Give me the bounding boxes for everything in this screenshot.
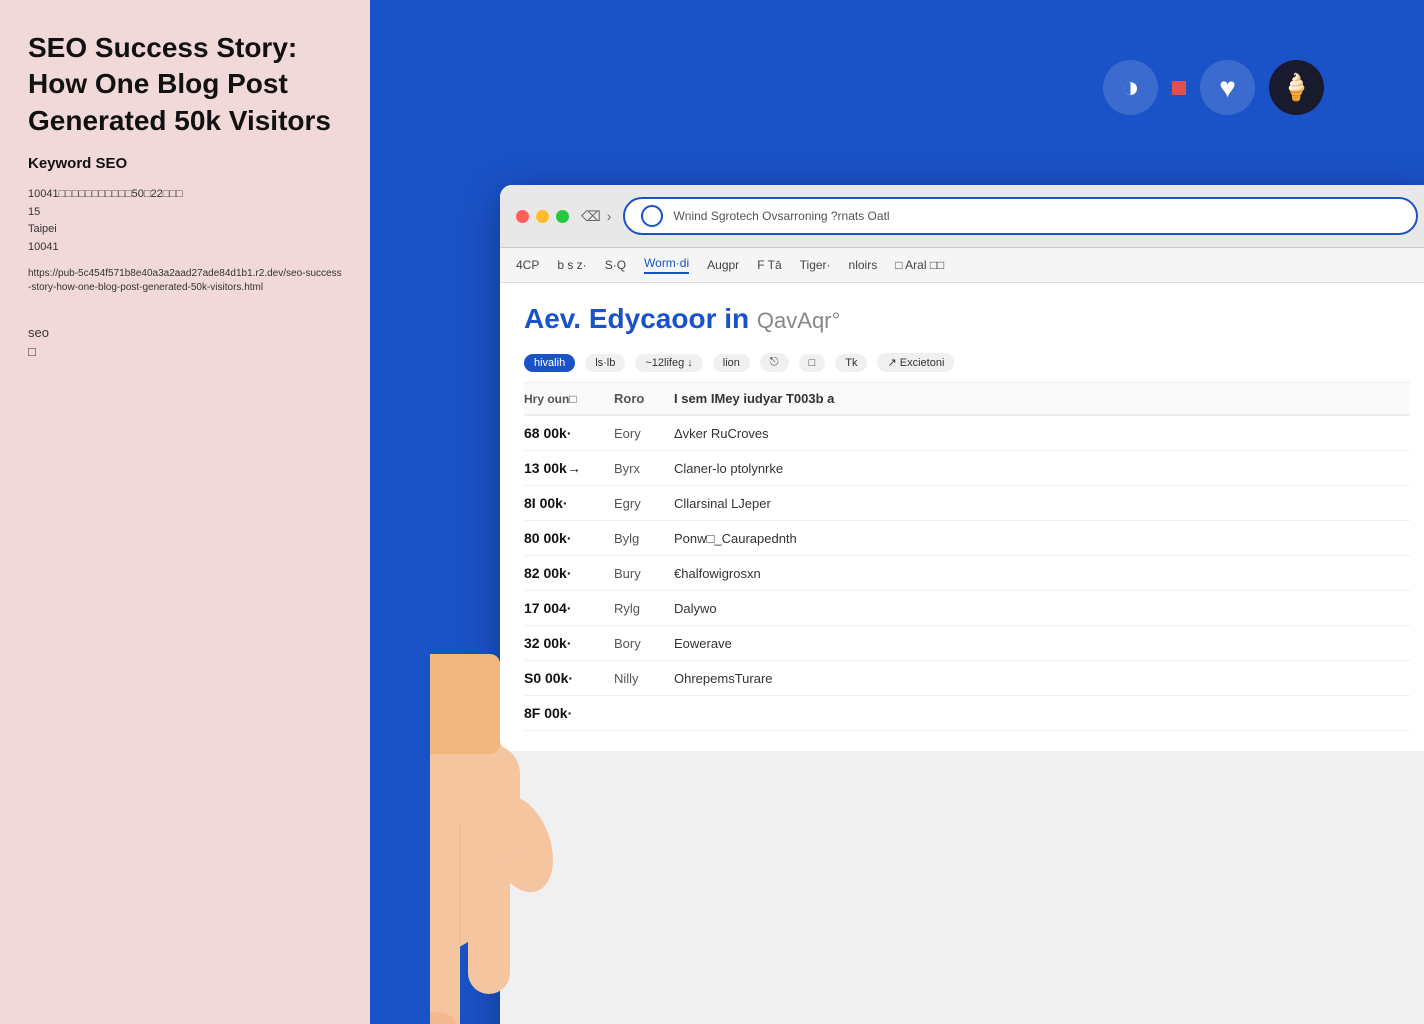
- filter-col6[interactable]: □: [799, 354, 826, 372]
- filter-excietoni[interactable]: ↗ Excietoni: [877, 353, 954, 372]
- hand-svg: [430, 344, 770, 1024]
- page-title: Aev. Edycaoor in QavAqr°: [524, 303, 1410, 335]
- row0-desc: Δvker RuCroves: [674, 426, 1410, 441]
- row2-desc: Cllarsinal LJeper: [674, 496, 1410, 511]
- toolbar-item-5[interactable]: F Tā: [757, 258, 781, 272]
- traffic-lights: [516, 210, 569, 223]
- article-tags: seo □: [28, 325, 342, 359]
- traffic-light-green[interactable]: [556, 210, 569, 223]
- filter-tk[interactable]: Tk: [835, 354, 867, 372]
- row6-desc: Eowerave: [674, 636, 1410, 651]
- left-panel: SEO Success Story: How One Blog Post Gen…: [0, 0, 370, 1024]
- page-title-part2: Edycaoor: [589, 303, 717, 334]
- page-title-part1: Aev.: [524, 303, 581, 334]
- row7-desc: OhrepemsTurare: [674, 671, 1410, 686]
- toolbar-item-3[interactable]: Worm·di: [644, 256, 689, 274]
- article-category: Keyword SEO: [28, 155, 342, 172]
- top-icons: ◑ ♥ 🍦: [1103, 60, 1324, 115]
- row1-desc: Claner-lo ptolynrke: [674, 461, 1410, 476]
- article-url: https://pub-5c454f571b8e40a3a2aad27ade84…: [28, 267, 342, 295]
- page-title-part3: in: [724, 303, 749, 334]
- right-area: ◑ ♥ 🍦 ⌫ › Wnind Sgrotech Ovsarroning ?rn…: [370, 0, 1424, 1024]
- icon-dark-1: 🍦: [1269, 60, 1324, 115]
- tag-seo: seo: [28, 325, 342, 340]
- article-title: SEO Success Story: How One Blog Post Gen…: [28, 30, 342, 139]
- dot-red: [1172, 81, 1186, 95]
- icon-circle-1: ◑: [1103, 60, 1158, 115]
- toolbar-item-1[interactable]: b s z·: [557, 258, 586, 272]
- nav-forward[interactable]: ›: [607, 208, 612, 224]
- traffic-light-yellow[interactable]: [536, 210, 549, 223]
- hand-overlay: [430, 344, 770, 1024]
- toolbar-item-8[interactable]: □ Aral □□: [895, 258, 944, 272]
- icon-circle-2: ♥: [1200, 60, 1255, 115]
- browser-nav: ⌫ ›: [581, 208, 611, 225]
- article-meta: 10041□□□□□□□□□□□50□22□□□ 15 Taipei 10041: [28, 186, 342, 256]
- row3-desc: Ponw□_Caurapednth: [674, 531, 1410, 546]
- address-text: Wnind Sgrotech Ovsarroning ?rnats Oatl: [673, 209, 889, 223]
- nav-back[interactable]: ⌫: [581, 208, 601, 225]
- tag-extra: □: [28, 344, 342, 359]
- toolbar-item-7[interactable]: nloirs: [849, 258, 878, 272]
- row5-desc: Dalywo: [674, 601, 1410, 616]
- row4-desc: €halfowigrosxn: [674, 566, 1410, 581]
- toolbar-item-2[interactable]: S·Q: [605, 258, 626, 272]
- browser-toolbar: 4CP b s z· S·Q Worm·di Augpr F Tā Tiger·…: [500, 248, 1424, 283]
- header-col-desc: I sem IMey iudyar T003b a: [674, 391, 1410, 406]
- page-subtitle: QavAqr°: [757, 308, 840, 333]
- browser-chrome: ⌫ › Wnind Sgrotech Ovsarroning ?rnats Oa…: [500, 185, 1424, 248]
- address-circle-icon: [641, 205, 663, 227]
- traffic-light-red[interactable]: [516, 210, 529, 223]
- toolbar-item-6[interactable]: Tiger·: [800, 258, 831, 272]
- address-bar[interactable]: Wnind Sgrotech Ovsarroning ?rnats Oatl: [623, 197, 1418, 235]
- toolbar-item-4[interactable]: Augpr: [707, 258, 739, 272]
- toolbar-item-0[interactable]: 4CP: [516, 258, 539, 272]
